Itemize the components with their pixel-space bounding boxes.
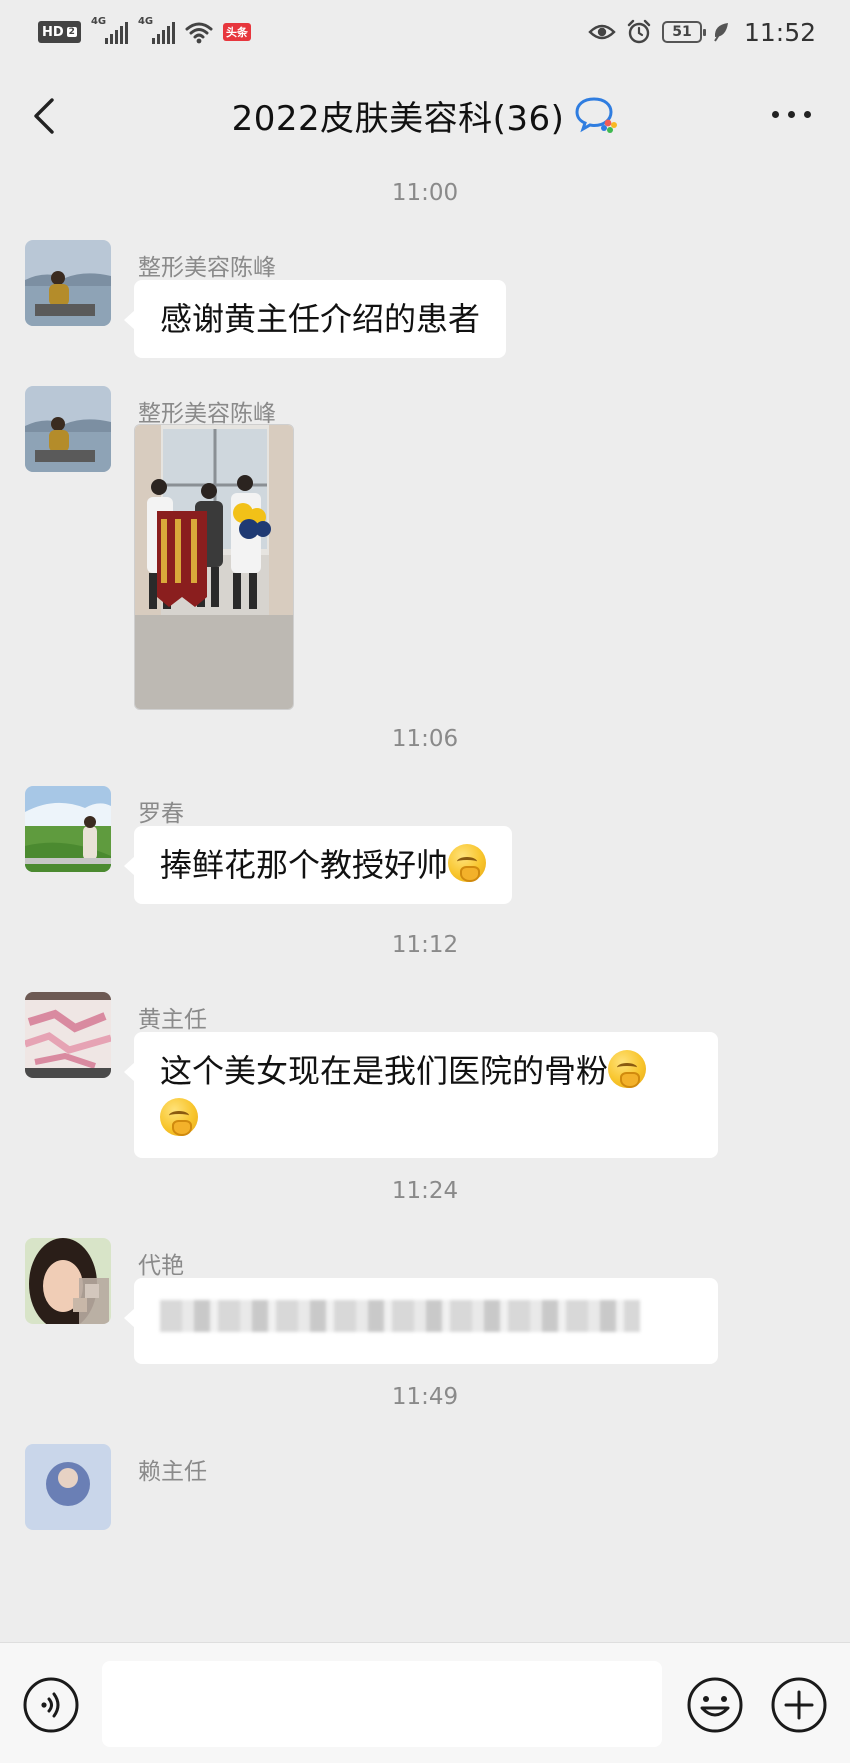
timestamp: 11:24 <box>391 1178 459 1204</box>
timestamp: 11:00 <box>391 180 459 206</box>
avatar[interactable] <box>25 240 111 326</box>
message-item: 整形美容陈峰 <box>25 386 825 716</box>
message-input[interactable] <box>102 1661 662 1747</box>
emoji-button[interactable] <box>686 1676 744 1734</box>
chat-messages[interactable]: 11:00 整形美容陈峰 感谢黄主任介绍的患者 整形美容陈峰 11:06 罗春 … <box>0 166 850 1642</box>
hd-label: HD <box>42 24 64 40</box>
wifi-icon <box>185 22 213 44</box>
back-button[interactable] <box>26 94 66 138</box>
avatar[interactable] <box>25 1238 111 1324</box>
sender-name: 赖主任 <box>138 1459 207 1485</box>
dot-icon <box>787 110 795 118</box>
leaf-icon <box>714 23 728 42</box>
status-right: 51 11:52 <box>588 18 816 47</box>
thinking-face-emoji-icon <box>448 844 487 882</box>
image-message[interactable] <box>134 424 294 710</box>
sender-name: 罗春 <box>138 801 184 827</box>
message-item: 罗春 捧鲜花那个教授好帅 <box>25 786 825 906</box>
message-bubble[interactable] <box>124 1278 718 1364</box>
message-bubble[interactable]: 捧鲜花那个教授好帅 <box>123 826 513 904</box>
thinking-face-emoji-icon <box>160 1098 198 1136</box>
message-bubble[interactable]: 这个美女现在是我们医院的骨粉 <box>124 1032 718 1158</box>
blurred-text <box>160 1300 640 1332</box>
signal-icon: 4G <box>91 16 128 44</box>
avatar[interactable] <box>25 1444 111 1530</box>
signal-label-2: 4G <box>137 16 154 27</box>
eye-comfort-icon <box>588 24 616 40</box>
sender-name: 黄主任 <box>138 1007 207 1033</box>
avatar[interactable] <box>25 386 111 472</box>
voice-input-button[interactable] <box>22 1676 80 1734</box>
status-time: 11:52 <box>743 17 816 47</box>
dot-icon <box>771 110 779 118</box>
enterprise-wechat-icon <box>575 97 618 133</box>
dot-icon <box>803 110 811 118</box>
hd-sub-label: 2 <box>66 27 77 37</box>
timestamp: 11:49 <box>391 1384 459 1410</box>
chat-title: 2022皮肤美容科(36) <box>231 98 565 139</box>
message-text: 感谢黄主任介绍的患者 <box>160 300 481 338</box>
sender-name: 整形美容陈峰 <box>138 401 276 427</box>
message-item: 代艳 <box>25 1238 825 1364</box>
message-text: 捧鲜花那个教授好帅 <box>160 846 449 884</box>
message-item: 整形美容陈峰 感谢黄主任介绍的患者 <box>25 240 825 358</box>
toutiao-icon: 头条 <box>222 23 251 41</box>
thinking-face-emoji-icon <box>608 1050 647 1088</box>
avatar[interactable] <box>25 992 111 1078</box>
message-bubble[interactable]: 感谢黄主任介绍的患者 <box>123 280 507 358</box>
more-options-button[interactable] <box>768 104 814 124</box>
status-bar: HD 2 4G 4G 头条 51 11:52 <box>0 0 850 64</box>
status-left: HD 2 4G 4G 头条 <box>38 16 251 44</box>
avatar[interactable] <box>25 786 111 872</box>
more-functions-button[interactable] <box>770 1676 828 1734</box>
alarm-icon <box>627 19 651 44</box>
sender-name: 代艳 <box>138 1253 184 1279</box>
message-text: 这个美女现在是我们医院的骨粉 <box>160 1052 609 1090</box>
chat-title-wrap: 2022皮肤美容科(36) <box>232 91 619 140</box>
chat-header: 2022皮肤美容科(36) <box>0 64 850 166</box>
message-item: 赖主任 <box>25 1444 825 1642</box>
signal-label: 4G <box>90 16 107 27</box>
message-item: 黄主任 这个美女现在是我们医院的骨粉 <box>25 992 825 1158</box>
battery-icon: 51 <box>661 21 706 43</box>
battery-level: 51 <box>672 24 692 40</box>
timestamp: 11:12 <box>391 932 459 958</box>
hd-voice-badge: HD 2 <box>38 21 81 43</box>
signal-icon-2: 4G <box>138 16 175 44</box>
input-bar <box>0 1642 850 1763</box>
sender-name: 整形美容陈峰 <box>138 255 276 281</box>
timestamp: 11:06 <box>391 726 459 752</box>
